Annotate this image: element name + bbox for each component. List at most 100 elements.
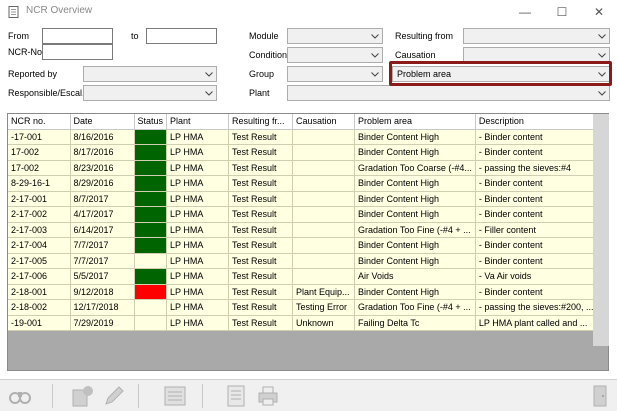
date-cell[interactable]: 9/12/2018 xyxy=(70,284,135,300)
resulting-from-cell[interactable]: Test Result xyxy=(228,237,294,254)
plant-cell[interactable]: LP HMA xyxy=(166,299,230,316)
problem-area-cell[interactable]: Gradation Too Coarse (-#4... xyxy=(354,160,476,176)
resulting-from-cell[interactable]: Test Result xyxy=(228,284,294,300)
table-row[interactable]: 17-002 8/23/2016 LP HMA Test Result Gradatio… xyxy=(8,160,598,176)
resulting-from-select[interactable] xyxy=(463,28,610,44)
plant-cell[interactable]: LP HMA xyxy=(166,222,230,238)
causation-cell[interactable]: Plant Equip... xyxy=(292,284,356,300)
date-cell[interactable]: 6/14/2017 xyxy=(70,222,135,238)
plant-cell[interactable]: LP HMA xyxy=(166,191,230,207)
causation-cell[interactable] xyxy=(292,222,356,238)
table-row[interactable]: 2-17-005 7/7/2017 LP HMA Test Result Binder … xyxy=(8,253,598,269)
resulting-from-cell[interactable]: Test Result xyxy=(228,191,294,207)
description-cell[interactable]: - Binder content xyxy=(475,253,598,269)
resulting-from-cell[interactable]: Test Result xyxy=(228,129,294,145)
causation-cell[interactable] xyxy=(292,206,356,223)
minimize-button[interactable]: — xyxy=(507,0,543,24)
date-cell[interactable]: 7/29/2019 xyxy=(70,315,135,331)
resulting-from-cell[interactable]: Test Result xyxy=(228,315,294,331)
table-row[interactable]: 2-18-001 9/12/2018 LP HMA Test Result Plant … xyxy=(8,284,598,300)
to-date-input[interactable] xyxy=(146,28,217,44)
causation-cell[interactable] xyxy=(292,160,356,176)
status-cell[interactable] xyxy=(134,191,168,207)
description-cell[interactable]: - Va Air voids xyxy=(475,268,598,285)
resulting-from-cell[interactable]: Test Result xyxy=(228,160,294,176)
ncr-no-cell[interactable]: 2-18-001 xyxy=(8,284,71,300)
close-button[interactable]: ✕ xyxy=(581,0,617,24)
problem-area-cell[interactable]: Binder Content High xyxy=(354,175,476,192)
date-cell[interactable]: 8/23/2016 xyxy=(70,160,135,176)
description-cell[interactable]: - Binder content xyxy=(475,206,598,223)
add-document-icon[interactable] xyxy=(70,384,94,408)
ncr-no-cell[interactable]: 17-002 xyxy=(8,160,71,176)
causation-cell[interactable] xyxy=(292,268,356,285)
causation-cell[interactable] xyxy=(292,175,356,192)
causation-cell[interactable] xyxy=(292,237,356,254)
col-header-description[interactable]: Description xyxy=(475,114,598,130)
binoculars-icon[interactable] xyxy=(8,384,32,408)
description-cell[interactable]: - Binder content xyxy=(475,191,598,207)
table-row[interactable]: 2-17-001 8/7/2017 LP HMA Test Result Binder … xyxy=(8,191,598,207)
condition-select[interactable] xyxy=(287,47,383,63)
status-cell[interactable] xyxy=(134,175,168,192)
plant-cell[interactable]: LP HMA xyxy=(166,175,230,192)
ncr-no-cell[interactable]: 17-002 xyxy=(8,144,71,161)
description-cell[interactable]: LP HMA plant called and ... xyxy=(475,315,598,331)
description-cell[interactable]: - passing the sieves:#200, ... xyxy=(475,299,598,316)
maximize-button[interactable]: ☐ xyxy=(544,0,580,24)
module-select[interactable] xyxy=(287,28,383,44)
ncr-no-cell[interactable]: -19-001 xyxy=(8,315,71,331)
status-cell[interactable] xyxy=(134,222,168,238)
table-row[interactable]: 17-002 8/17/2016 LP HMA Test Result Binder C… xyxy=(8,144,598,161)
reported-by-select[interactable] xyxy=(83,66,217,82)
causation-cell[interactable]: Testing Error xyxy=(292,299,356,316)
plant-cell[interactable]: LP HMA xyxy=(166,268,230,285)
resulting-from-cell[interactable]: Test Result xyxy=(228,206,294,223)
problem-area-cell[interactable]: Binder Content High xyxy=(354,284,476,300)
plant-cell[interactable]: LP HMA xyxy=(166,206,230,223)
plant-cell[interactable]: LP HMA xyxy=(166,160,230,176)
problem-area-cell[interactable]: Gradation Too Fine (-#4 + ... xyxy=(354,299,476,316)
status-cell[interactable] xyxy=(134,268,168,285)
resulting-from-cell[interactable]: Test Result xyxy=(228,268,294,285)
description-cell[interactable]: - Binder content xyxy=(475,144,598,161)
edit-pencil-icon[interactable] xyxy=(102,384,126,408)
problem-area-cell[interactable]: Binder Content High xyxy=(354,129,476,145)
date-cell[interactable]: 8/7/2017 xyxy=(70,191,135,207)
table-row[interactable]: -19-001 7/29/2019 LP HMA Test Result Unknown… xyxy=(8,315,598,331)
date-cell[interactable]: 8/17/2016 xyxy=(70,144,135,161)
status-cell[interactable] xyxy=(134,315,168,331)
problem-area-cell[interactable]: Gradation Too Fine (-#4 + ... xyxy=(354,222,476,238)
plant-cell[interactable]: LP HMA xyxy=(166,253,230,269)
plant-select[interactable] xyxy=(287,85,610,101)
problem-area-cell[interactable]: Binder Content High xyxy=(354,191,476,207)
col-header-problem-area[interactable]: Problem area xyxy=(354,114,476,130)
grid-vertical-scrollbar[interactable] xyxy=(593,114,609,346)
description-cell[interactable]: - passing the sieves:#4 xyxy=(475,160,598,176)
resulting-from-cell[interactable]: Test Result xyxy=(228,299,294,316)
report-icon[interactable] xyxy=(163,384,187,408)
col-header-date[interactable]: Date xyxy=(70,114,135,130)
ncr-no-cell[interactable]: 2-17-005 xyxy=(8,253,71,269)
status-cell[interactable] xyxy=(134,206,168,223)
ncr-no-cell[interactable]: 2-17-003 xyxy=(8,222,71,238)
ncr-no-cell[interactable]: 2-17-006 xyxy=(8,268,71,285)
ncr-no-cell[interactable]: 2-18-002 xyxy=(8,299,71,316)
printer-icon[interactable] xyxy=(256,384,280,408)
table-row[interactable]: 2-18-002 12/17/2018 LP HMA Test Result Testi… xyxy=(8,299,598,316)
table-row[interactable]: -17-001 8/16/2016 LP HMA Test Result Binder … xyxy=(8,129,598,145)
plant-cell[interactable]: LP HMA xyxy=(166,237,230,254)
table-row[interactable]: 2-17-004 7/7/2017 LP HMA Test Result Binder … xyxy=(8,237,598,254)
problem-area-cell[interactable]: Binder Content High xyxy=(354,253,476,269)
problem-area-cell[interactable]: Binder Content High xyxy=(354,206,476,223)
table-row[interactable]: 2-17-006 5/5/2017 LP HMA Test Result Air Voi… xyxy=(8,268,598,285)
date-cell[interactable]: 5/5/2017 xyxy=(70,268,135,285)
ncr-no-cell[interactable]: 2-17-002 xyxy=(8,206,71,223)
table-row[interactable]: 8-29-16-1 8/29/2016 LP HMA Test Result Binde… xyxy=(8,175,598,192)
resulting-from-cell[interactable]: Test Result xyxy=(228,253,294,269)
ncr-no-cell[interactable]: -17-001 xyxy=(8,129,71,145)
problem-area-cell[interactable]: Failing Delta Tc xyxy=(354,315,476,331)
responsible-select[interactable] xyxy=(83,85,217,101)
causation-cell[interactable] xyxy=(292,253,356,269)
col-header-ncr-no[interactable]: NCR no. xyxy=(8,114,71,130)
